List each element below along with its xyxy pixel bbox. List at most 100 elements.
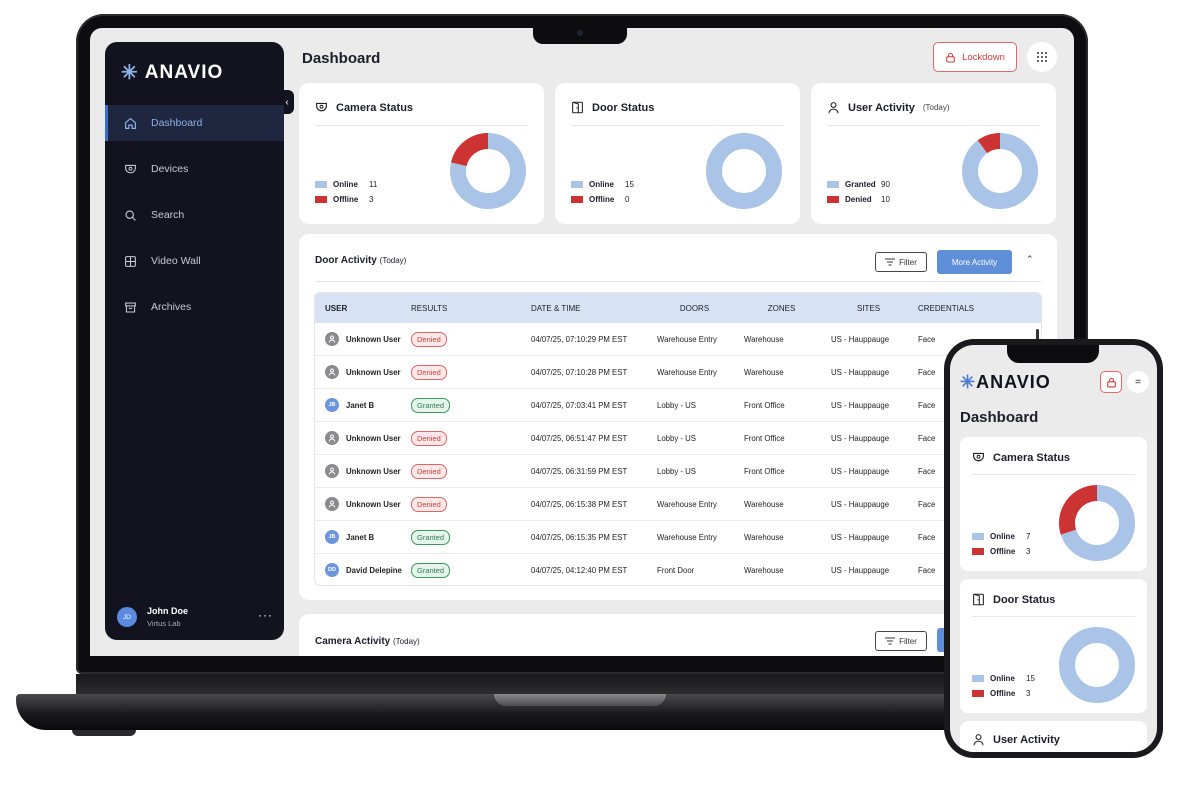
cell-user: Unknown User — [315, 365, 411, 379]
camera-status-card: Camera Status Online 7 Offline 3 — [960, 437, 1147, 571]
sidebar-item-archives[interactable]: Archives — [105, 289, 284, 325]
donut-slice-offline — [450, 133, 489, 167]
donut-slice-online — [706, 133, 782, 209]
cell-zone: Warehouse — [744, 565, 784, 575]
sidebar-item-dashboard[interactable]: Dashboard — [105, 105, 284, 141]
cell-result: Denied — [411, 331, 531, 347]
table-row[interactable]: Unknown User Denied 04/07/25, 07:10:29 PM … — [315, 323, 1041, 356]
section-title-text: Camera Activity — [315, 636, 391, 647]
legend-value: 90 — [881, 180, 890, 189]
home-icon — [125, 117, 136, 129]
laptop-hinge — [76, 674, 1088, 694]
table-row[interactable]: Unknown User Denied 04/07/25, 06:31:59 PM … — [315, 455, 1041, 488]
sidebar-item-label: Search — [151, 209, 185, 221]
column-header-zones[interactable]: ZONES — [744, 304, 831, 313]
filter-label: Filter — [899, 257, 917, 267]
divider — [972, 616, 1135, 617]
table-row[interactable]: DD David Delepine Granted 04/07/25, 04:12:4… — [315, 554, 1041, 585]
user-name: David Delepine — [346, 565, 402, 575]
table-row[interactable]: JB Janet B Granted 04/07/25, 06:15:35 PM ES… — [315, 521, 1041, 554]
sidebar-item-label: Dashboard — [151, 117, 203, 129]
filter-button[interactable]: Filter — [875, 252, 927, 272]
legend-item: Offline 3 — [972, 689, 1035, 698]
camera-icon — [125, 164, 136, 173]
card-title-text: User Activity — [993, 733, 1060, 746]
filter-button[interactable]: Filter — [875, 631, 927, 651]
sidebar-nav: Dashboard Devices Search Video Wall Arch… — [105, 105, 284, 335]
card-title: User Activity — [972, 733, 1060, 746]
sidebar-item-search[interactable]: Search — [105, 197, 284, 233]
cell-result: Denied — [411, 364, 531, 380]
webcam-icon — [577, 30, 583, 36]
column-header-user[interactable]: USER — [315, 304, 411, 313]
chevron-up-icon[interactable]: ⌃ — [1026, 254, 1034, 265]
column-header-results[interactable]: RESULTS — [411, 304, 531, 313]
cell-site: US - Hauppauge — [831, 400, 890, 410]
table-header: USER RESULTS DATE & TIME DOORS ZONES SIT… — [315, 293, 1041, 323]
user-name: Unknown User — [346, 499, 401, 509]
cell-door: Warehouse Entry — [657, 367, 717, 377]
online-swatch — [972, 533, 984, 540]
legend-value: 11 — [369, 180, 378, 189]
card-title-text: User Activity — [848, 101, 915, 114]
cell-result: Granted — [411, 529, 531, 545]
lockdown-button[interactable] — [1100, 371, 1122, 393]
card-title: User Activity (Today) — [827, 101, 950, 114]
cell-zone: Warehouse — [744, 499, 784, 509]
cell-user: Unknown User — [315, 464, 411, 478]
legend-label: Online — [990, 532, 1015, 541]
cell-user: Unknown User — [315, 431, 411, 445]
legend-label: Online — [589, 180, 614, 189]
laptop-foot — [72, 730, 136, 736]
column-header-date[interactable]: DATE & TIME — [531, 304, 657, 313]
cell-site: US - Hauppauge — [831, 367, 890, 377]
cell-door: Lobby - US — [657, 466, 697, 476]
status-badge: Denied — [411, 331, 447, 347]
legend-label: Offline — [333, 195, 359, 204]
sidebar-item-video-wall[interactable]: Video Wall — [105, 243, 284, 279]
menu-icon[interactable]: = — [1127, 371, 1149, 393]
column-header-doors[interactable]: DOORS — [657, 304, 744, 313]
camera-icon — [316, 102, 327, 112]
column-header-sites[interactable]: SITES — [831, 304, 918, 313]
legend-item: Online 15 — [571, 180, 634, 189]
legend-label: Granted — [845, 180, 876, 189]
table-row[interactable]: Unknown User Denied 04/07/25, 07:10:28 PM … — [315, 356, 1041, 389]
more-options-icon[interactable]: ··· — [258, 608, 273, 622]
table-row[interactable]: Unknown User Denied 04/07/25, 06:15:38 PM … — [315, 488, 1041, 521]
user-profile[interactable]: JD John Doe Virtus Lab ··· — [117, 606, 277, 628]
brand-logo: ✳ ANAVIO — [121, 60, 223, 85]
user-organization: Virtus Lab — [147, 619, 181, 628]
offline-swatch — [571, 196, 583, 203]
legend-item: Denied 10 — [827, 195, 890, 204]
column-header-credentials[interactable]: CREDENTIALS — [918, 304, 1038, 313]
user-name: Janet B — [346, 400, 375, 410]
cell-door: Lobby - US — [657, 400, 697, 410]
camera-icon — [973, 452, 984, 462]
table-row[interactable]: Unknown User Denied 04/07/25, 06:51:47 PM … — [315, 422, 1041, 455]
section-title: Camera Activity (Today) — [315, 636, 420, 647]
card-title-text: Camera Status — [993, 451, 1071, 464]
online-swatch — [315, 181, 327, 188]
cell-date: 04/07/25, 06:15:38 PM EST — [531, 499, 628, 509]
door-status-card: Door Status Online 15 Offline 0 — [555, 83, 800, 224]
section-title-text: Door Activity — [315, 255, 377, 266]
mobile-app: ✳ANAVIO = Dashboard Camera Status Online… — [950, 345, 1157, 752]
filter-icon — [885, 258, 896, 266]
cell-date: 04/07/25, 06:15:35 PM EST — [531, 532, 628, 542]
sidebar-item-devices[interactable]: Devices — [105, 151, 284, 187]
legend-value: 10 — [881, 195, 890, 204]
dynamic-island — [1007, 345, 1099, 363]
legend: Online 15 Offline 3 — [972, 674, 1035, 704]
cell-result: Granted — [411, 397, 531, 413]
more-activity-button[interactable]: More Activity — [937, 250, 1012, 274]
lockdown-button[interactable]: Lockdown — [933, 42, 1017, 72]
table-row[interactable]: JB Janet B Granted 04/07/25, 07:03:41 PM ES… — [315, 389, 1041, 422]
apps-grid-button[interactable] — [1027, 42, 1057, 72]
cell-date: 04/07/25, 07:10:28 PM EST — [531, 367, 628, 377]
cell-date: 04/07/25, 07:10:29 PM EST — [531, 334, 628, 344]
legend-value: 15 — [1026, 674, 1035, 683]
cell-zone: Warehouse — [744, 532, 784, 542]
lockdown-label: Lockdown — [962, 51, 1005, 63]
cell-user: JB Janet B — [315, 530, 411, 544]
